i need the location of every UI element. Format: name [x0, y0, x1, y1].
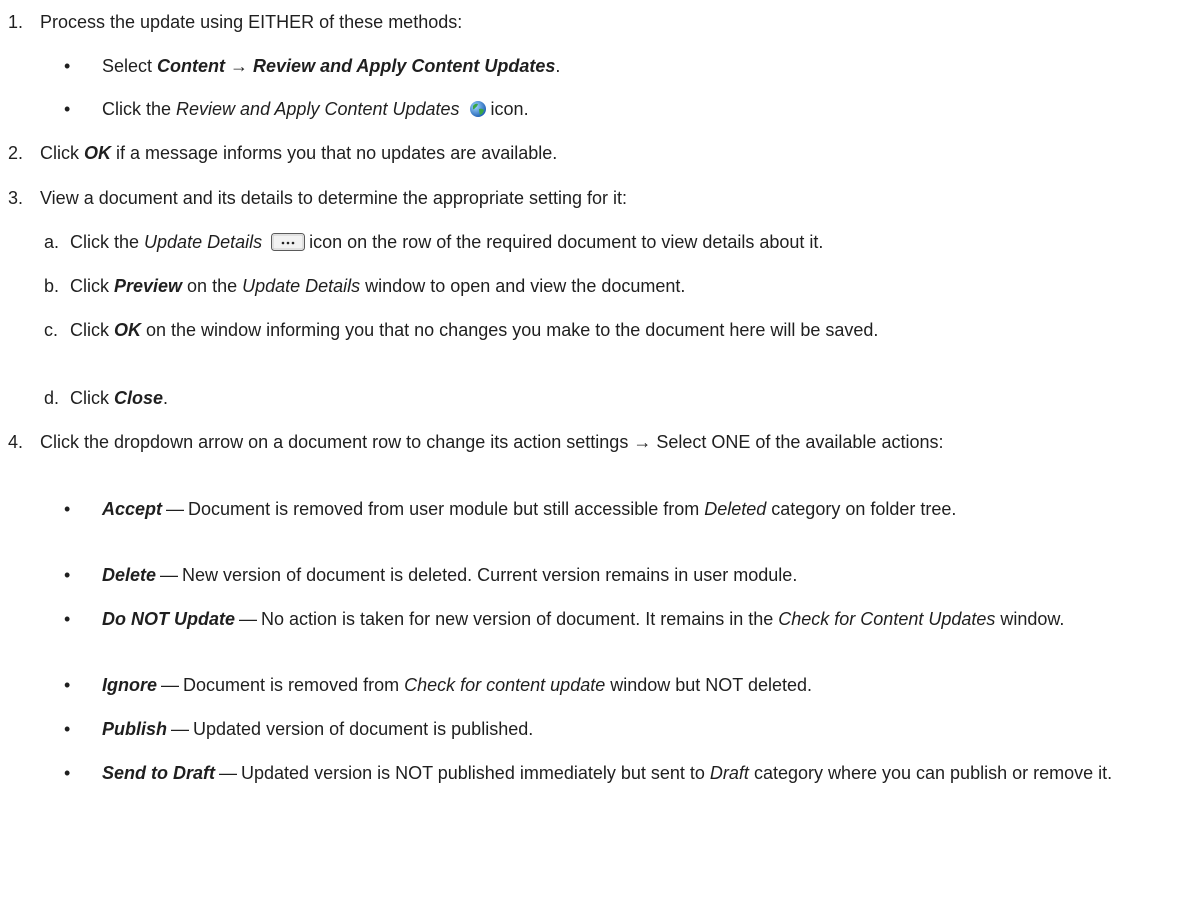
bullet-marker: •	[64, 719, 71, 739]
step-3-sub-c: c. Click OK on the window informing you t…	[44, 320, 879, 340]
step-number: 1.	[8, 12, 24, 32]
instruction-document: 1. Process the update using EITHER of the…	[0, 0, 1178, 899]
bullet-marker: •	[64, 565, 71, 585]
bullet-marker: •	[64, 499, 71, 519]
step-3-sub-a: a. Click the Update Details icon on the r…	[44, 230, 823, 257]
step-text: Process the update using EITHER of these…	[40, 12, 463, 32]
step-number: 3.	[8, 188, 24, 208]
bullet-marker: •	[64, 763, 71, 783]
step-3-sub-b: b. Click Preview on the Update Details wi…	[44, 276, 686, 296]
menu-content: Content	[157, 56, 226, 76]
action-delete: • Delete — New version of document is dele…	[64, 563, 1144, 587]
step-1-bullet-a: • Select Content → Review and Apply Cont…	[64, 54, 560, 78]
ellipsis-button-icon	[271, 233, 306, 257]
step-4: 4. Click the dropdown arrow on a document…	[8, 430, 1148, 454]
menu-review-apply: Review and Apply Content Updates	[253, 56, 556, 76]
bullet-marker: •	[64, 56, 71, 76]
action-ignore: • Ignore — Document is removed from Check …	[64, 673, 1144, 697]
action-do-not-update: • Do NOT Update — No action is taken for n…	[64, 607, 1144, 631]
step-1-bullet-b: • Click the Review and Apply Content Upd…	[64, 97, 529, 124]
action-publish: • Publish — Updated version of document is…	[64, 717, 1144, 741]
step-number: 2.	[8, 143, 24, 163]
bullet-marker: •	[64, 99, 71, 119]
globe-icon	[469, 100, 487, 124]
action-accept: • Accept — Document is removed from user m…	[64, 497, 1144, 521]
bullet-marker: •	[64, 609, 71, 629]
step-2: 2. Click OK if a message informs you that…	[8, 141, 557, 165]
bullet-marker: •	[64, 675, 71, 695]
action-send-to-draft: • Send to Draft — Updated version is NOT p…	[64, 761, 1144, 785]
step-number: 4.	[8, 432, 24, 452]
step-3-sub-d: d. Click Close.	[44, 388, 169, 408]
step-1: 1. Process the update using EITHER of the…	[8, 10, 462, 34]
step-3: 3. View a document and its details to det…	[8, 186, 627, 210]
